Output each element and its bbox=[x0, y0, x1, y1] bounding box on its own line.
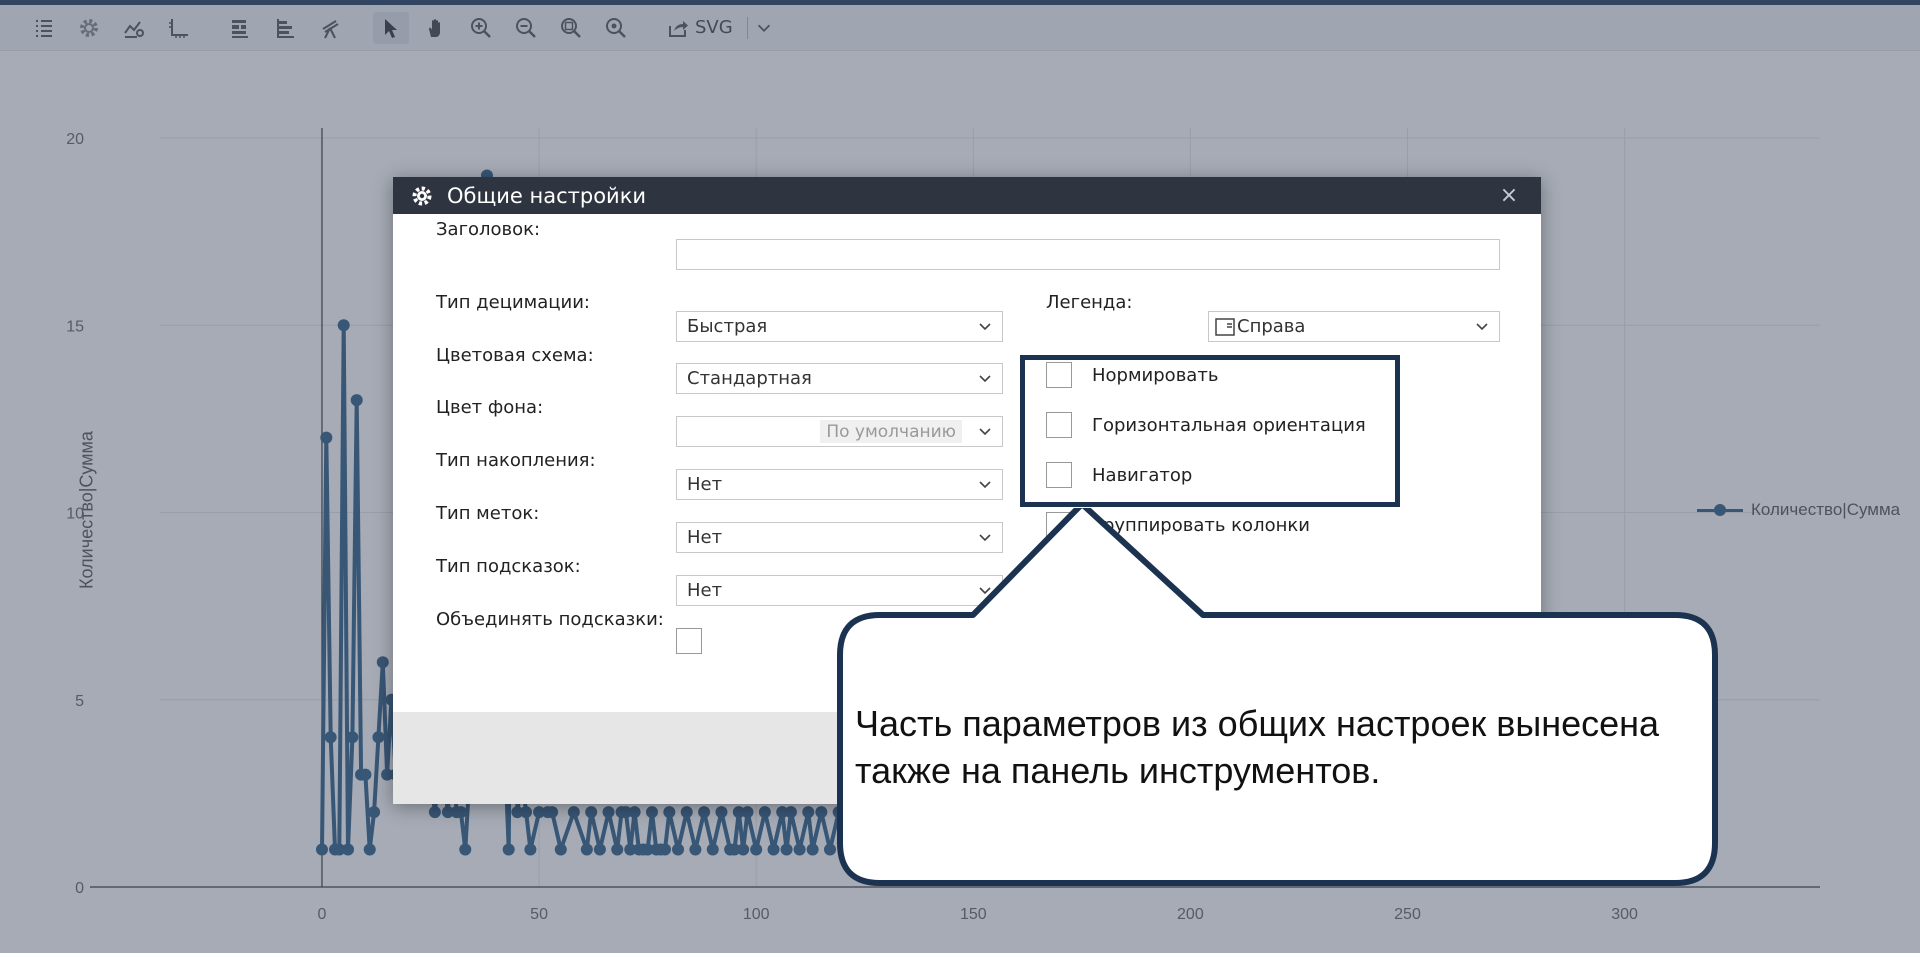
callout-text-line-1: Часть параметров из общих настроек вынес… bbox=[855, 703, 1660, 744]
legend-value: Справа bbox=[1237, 316, 1306, 337]
decimation-select[interactable]: Быстрая bbox=[676, 311, 1003, 342]
labels-type-label: Тип меток: bbox=[436, 503, 540, 524]
accumulation-label: Тип накопления: bbox=[436, 450, 596, 471]
dialog-title: Общие настройки bbox=[447, 183, 647, 208]
decimation-value: Быстрая bbox=[687, 316, 768, 337]
legend-select[interactable]: Справа bbox=[1208, 311, 1500, 342]
color-scheme-select[interactable]: Стандартная bbox=[676, 363, 1003, 394]
tooltips-type-label: Тип подсказок: bbox=[436, 556, 581, 577]
callout-text-line-2: также на панель инструментов. bbox=[855, 750, 1381, 791]
merge-tooltips-label: Объединять подсказки: bbox=[436, 609, 664, 630]
accumulation-select[interactable]: Нет bbox=[676, 469, 1003, 500]
callout-bubble bbox=[837, 508, 1718, 886]
decimation-label: Тип децимации: bbox=[436, 292, 590, 313]
app-window: SVG 0 50 100 150 200 250 300 0 5 10 15 20 Количеств… bbox=[0, 0, 1920, 953]
gear-icon bbox=[412, 186, 432, 205]
merge-tooltips-checkbox[interactable] bbox=[676, 628, 702, 654]
callout-text: Часть параметров из общих настроек вынес… bbox=[855, 700, 1705, 794]
close-icon[interactable]: × bbox=[1497, 183, 1521, 208]
accumulation-value: Нет bbox=[687, 474, 723, 495]
color-scheme-label: Цветовая схема: bbox=[436, 345, 594, 366]
tooltips-type-value: Нет bbox=[687, 580, 723, 601]
title-input[interactable] bbox=[676, 239, 1500, 270]
chevron-down-icon bbox=[979, 375, 991, 383]
background-color-label: Цвет фона: bbox=[436, 397, 544, 418]
dialog-header: Общие настройки × bbox=[393, 177, 1541, 214]
title-label: Заголовок: bbox=[436, 219, 541, 240]
color-scheme-value: Стандартная bbox=[687, 368, 812, 389]
background-color-value: По умолчанию bbox=[820, 420, 962, 443]
chevron-down-icon bbox=[979, 428, 991, 436]
chevron-down-icon bbox=[1476, 323, 1488, 331]
chevron-down-icon bbox=[979, 323, 991, 331]
labels-type-value: Нет bbox=[687, 527, 723, 548]
legend-right-icon bbox=[1215, 317, 1235, 336]
legend-label: Легенда: bbox=[1046, 292, 1133, 313]
chevron-down-icon bbox=[979, 481, 991, 489]
options-highlight-frame bbox=[1020, 355, 1400, 507]
background-color-select[interactable]: По умолчанию bbox=[676, 416, 1003, 447]
